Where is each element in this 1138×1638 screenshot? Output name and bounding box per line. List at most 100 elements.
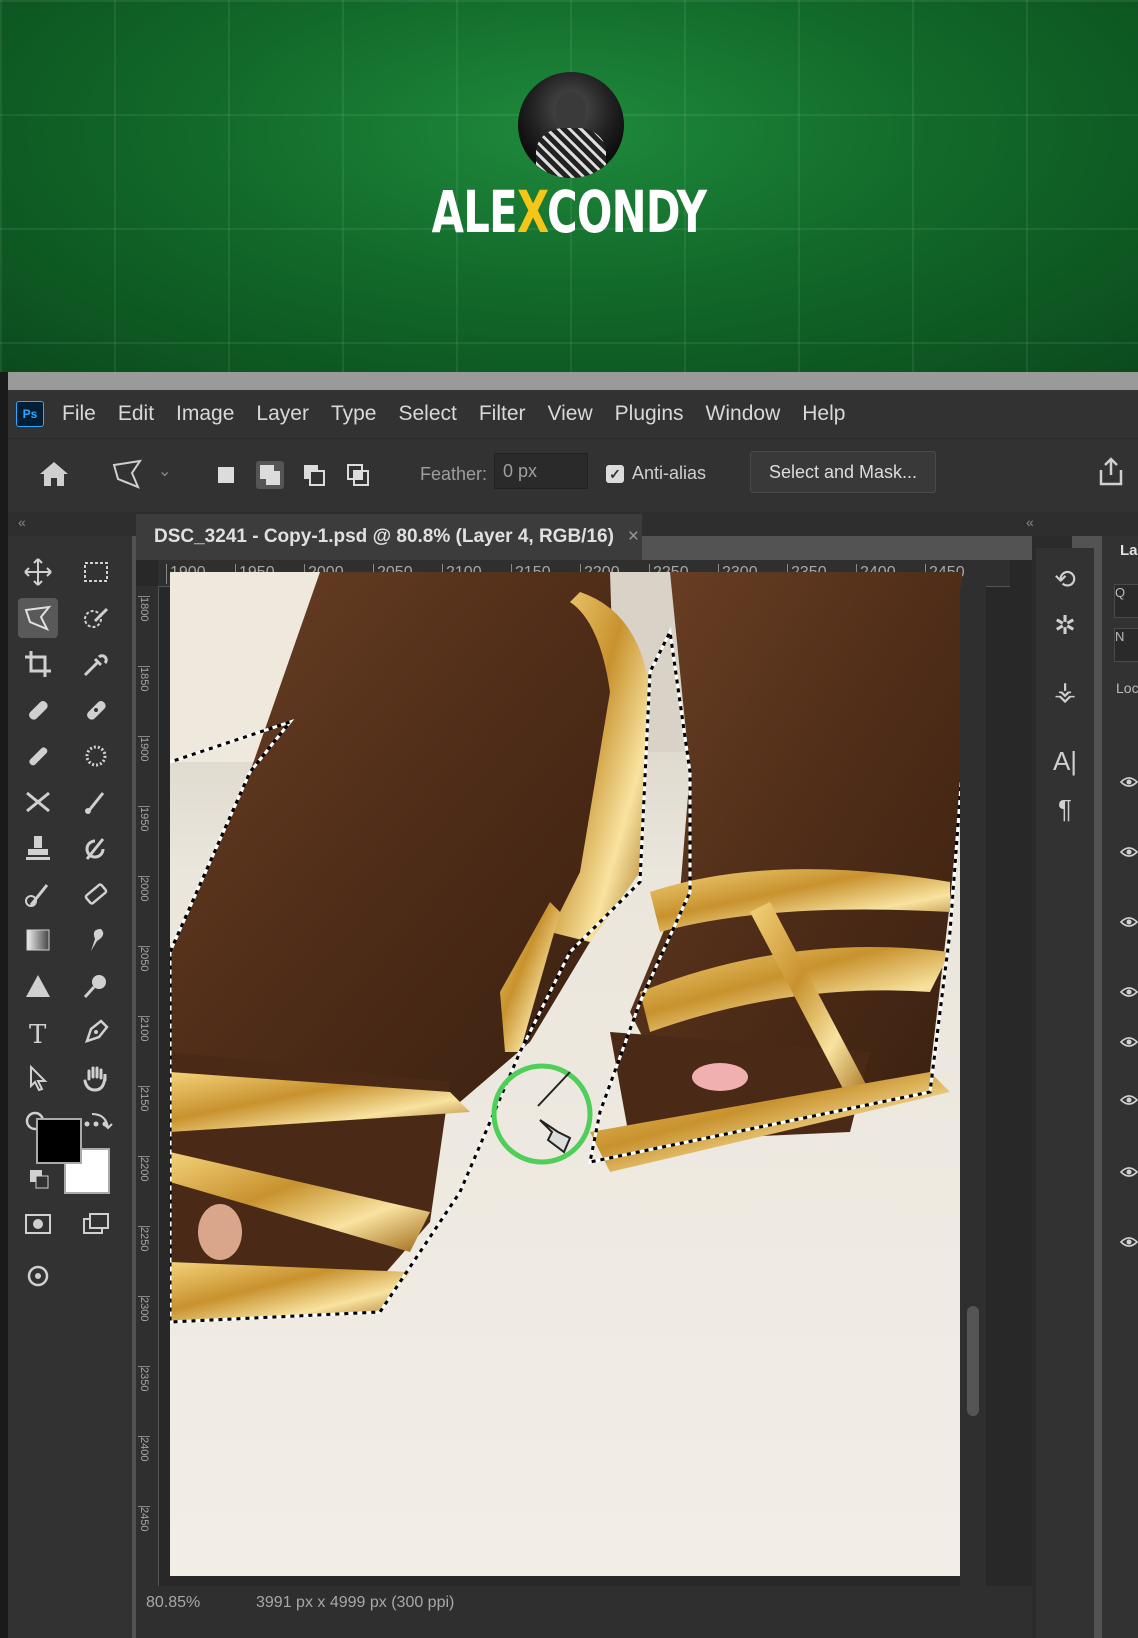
tools-panel: T (8, 536, 132, 1638)
paragraph-panel-icon[interactable]: ¶ (1048, 792, 1082, 826)
path-selection-icon[interactable] (18, 1058, 58, 1098)
collapse-left-icon[interactable]: « (18, 514, 26, 530)
art-history-brush-icon[interactable] (18, 874, 58, 914)
spot-healing-icon[interactable] (18, 690, 58, 730)
menu-window[interactable]: Window (706, 402, 781, 426)
status-bar: 80.85% 3991 px x 4999 px (300 ppi) (136, 1586, 1032, 1638)
add-to-selection-icon[interactable] (256, 461, 284, 489)
intersect-selection-icon[interactable] (344, 461, 372, 489)
visibility-eye-icon[interactable] (1120, 1166, 1138, 1178)
collapse-right-icon[interactable]: « (1026, 514, 1034, 530)
visibility-eye-icon[interactable] (1120, 986, 1138, 998)
menu-select[interactable]: Select (398, 402, 456, 426)
menu-view[interactable]: View (548, 402, 593, 426)
stamp-pattern-icon[interactable] (76, 736, 116, 776)
svg-text:T: T (29, 1020, 47, 1047)
layers-panel: La Q N Loc (1102, 536, 1138, 1638)
ruler-tick: 1900 (138, 736, 150, 762)
lasso-tool-icon[interactable] (18, 598, 58, 638)
ruler-tick: 1800 (138, 596, 150, 622)
paint-brush-icon[interactable] (76, 782, 116, 822)
ruler-tick: 2000 (138, 876, 150, 902)
clone-stamp-icon[interactable] (18, 828, 58, 868)
eraser-tool-icon[interactable] (76, 874, 116, 914)
content-aware-move-icon[interactable] (18, 782, 58, 822)
share-icon[interactable] (1094, 455, 1128, 489)
feather-input[interactable]: 0 px (494, 453, 588, 489)
visibility-eye-icon[interactable] (1120, 846, 1138, 858)
menu-filter[interactable]: Filter (479, 402, 526, 426)
pen-tool-icon[interactable] (76, 1012, 116, 1052)
feather-label: Feather: (420, 464, 488, 484)
home-icon[interactable] (38, 459, 70, 489)
new-selection-icon[interactable] (212, 461, 240, 489)
dodge-tool-icon[interactable] (76, 966, 116, 1006)
document-title: DSC_3241 - Copy-1.psd @ 80.8% (Layer 4, … (154, 526, 614, 547)
blend-mode-select[interactable]: N (1114, 628, 1138, 662)
menu-help[interactable]: Help (802, 402, 845, 426)
smudge-tool-icon[interactable] (76, 920, 116, 960)
menu-edit[interactable]: Edit (118, 402, 154, 426)
vertical-scrollbar[interactable] (960, 586, 986, 1586)
polygonal-lasso-icon[interactable] (110, 457, 146, 493)
eyedropper-icon[interactable] (76, 644, 116, 684)
brush-tool-icon[interactable] (18, 736, 58, 776)
scroll-thumb[interactable] (967, 1306, 979, 1416)
document-tab[interactable]: DSC_3241 - Copy-1.psd @ 80.8% (Layer 4, … (136, 514, 642, 560)
menu-image[interactable]: Image (176, 402, 234, 426)
ruler-tick: 2100 (138, 1016, 150, 1042)
options-bar: ⌄ Feather: 0 px ✓ Anti-alias Select and … (8, 438, 1138, 513)
ruler-tick: 2250 (138, 1226, 150, 1252)
layers-panel-title[interactable]: La (1120, 542, 1138, 559)
character-panel-icon[interactable]: A| (1048, 744, 1082, 778)
marquee-tool-icon[interactable] (76, 552, 116, 592)
quick-selection-icon[interactable] (76, 598, 116, 638)
edit-toolbar-icon[interactable] (18, 1256, 58, 1296)
screen-mode-icon[interactable] (76, 1204, 116, 1244)
checkmark-icon: ✓ (606, 464, 624, 483)
ruler-tick: 1850 (138, 666, 150, 692)
hand-tool-icon[interactable] (76, 1058, 116, 1098)
dodge-triangle-icon[interactable] (18, 966, 58, 1006)
zoom-level[interactable]: 80.85% (146, 1594, 200, 1612)
gradient-tool-icon[interactable] (18, 920, 58, 960)
menu-plugins[interactable]: Plugins (615, 402, 684, 426)
subtract-selection-icon[interactable] (300, 461, 328, 489)
search-icon[interactable]: Q (1114, 584, 1138, 618)
visibility-eye-icon[interactable] (1120, 916, 1138, 928)
visibility-eye-icon[interactable] (1120, 1036, 1138, 1048)
antialias-label: Anti-alias (632, 463, 707, 483)
quick-mask-icon[interactable] (18, 1204, 58, 1244)
history-panel-icon[interactable]: ⟲ (1048, 562, 1082, 596)
menu-layer[interactable]: Layer (256, 402, 309, 426)
ruler-tick: 2300 (138, 1296, 150, 1322)
image-canvas[interactable] (170, 572, 962, 1576)
chevron-down-icon[interactable]: ⌄ (158, 461, 171, 481)
ruler-tick: 2350 (138, 1366, 150, 1392)
history-brush-icon[interactable] (76, 828, 116, 868)
menu-file[interactable]: File (62, 402, 96, 426)
brand-logo: ALEXCONDY (431, 178, 707, 246)
default-colors-icon[interactable] (26, 1166, 56, 1196)
foreground-color-swatch[interactable] (36, 1118, 82, 1164)
swap-colors-icon[interactable] (86, 1106, 116, 1136)
select-and-mask-button[interactable]: Select and Mask... (750, 451, 936, 493)
visibility-eye-icon[interactable] (1120, 1094, 1138, 1106)
crop-tool-icon[interactable] (18, 644, 58, 684)
antialias-checkbox[interactable]: ✓ Anti-alias (606, 463, 706, 484)
ruler-tick: 2450 (138, 1506, 150, 1532)
libraries-panel-icon[interactable]: ⚶ (1048, 674, 1082, 708)
visibility-eye-icon[interactable] (1120, 776, 1138, 788)
healing-brush-icon[interactable] (76, 690, 116, 730)
type-tool-icon[interactable]: T (18, 1012, 58, 1052)
avatar (518, 72, 624, 178)
menu-bar: Ps File Edit Image Layer Type Select Fil… (8, 390, 1138, 438)
channel-banner: ALEXCONDY (0, 0, 1138, 372)
ruler-tick: 2050 (138, 946, 150, 972)
photoshop-logo[interactable]: Ps (16, 401, 44, 427)
menu-type[interactable]: Type (331, 402, 377, 426)
move-tool-icon[interactable] (18, 552, 58, 592)
visibility-eye-icon[interactable] (1120, 1236, 1138, 1248)
actions-panel-icon[interactable]: ✲ (1048, 608, 1082, 642)
close-tab-icon[interactable]: × (628, 526, 639, 548)
